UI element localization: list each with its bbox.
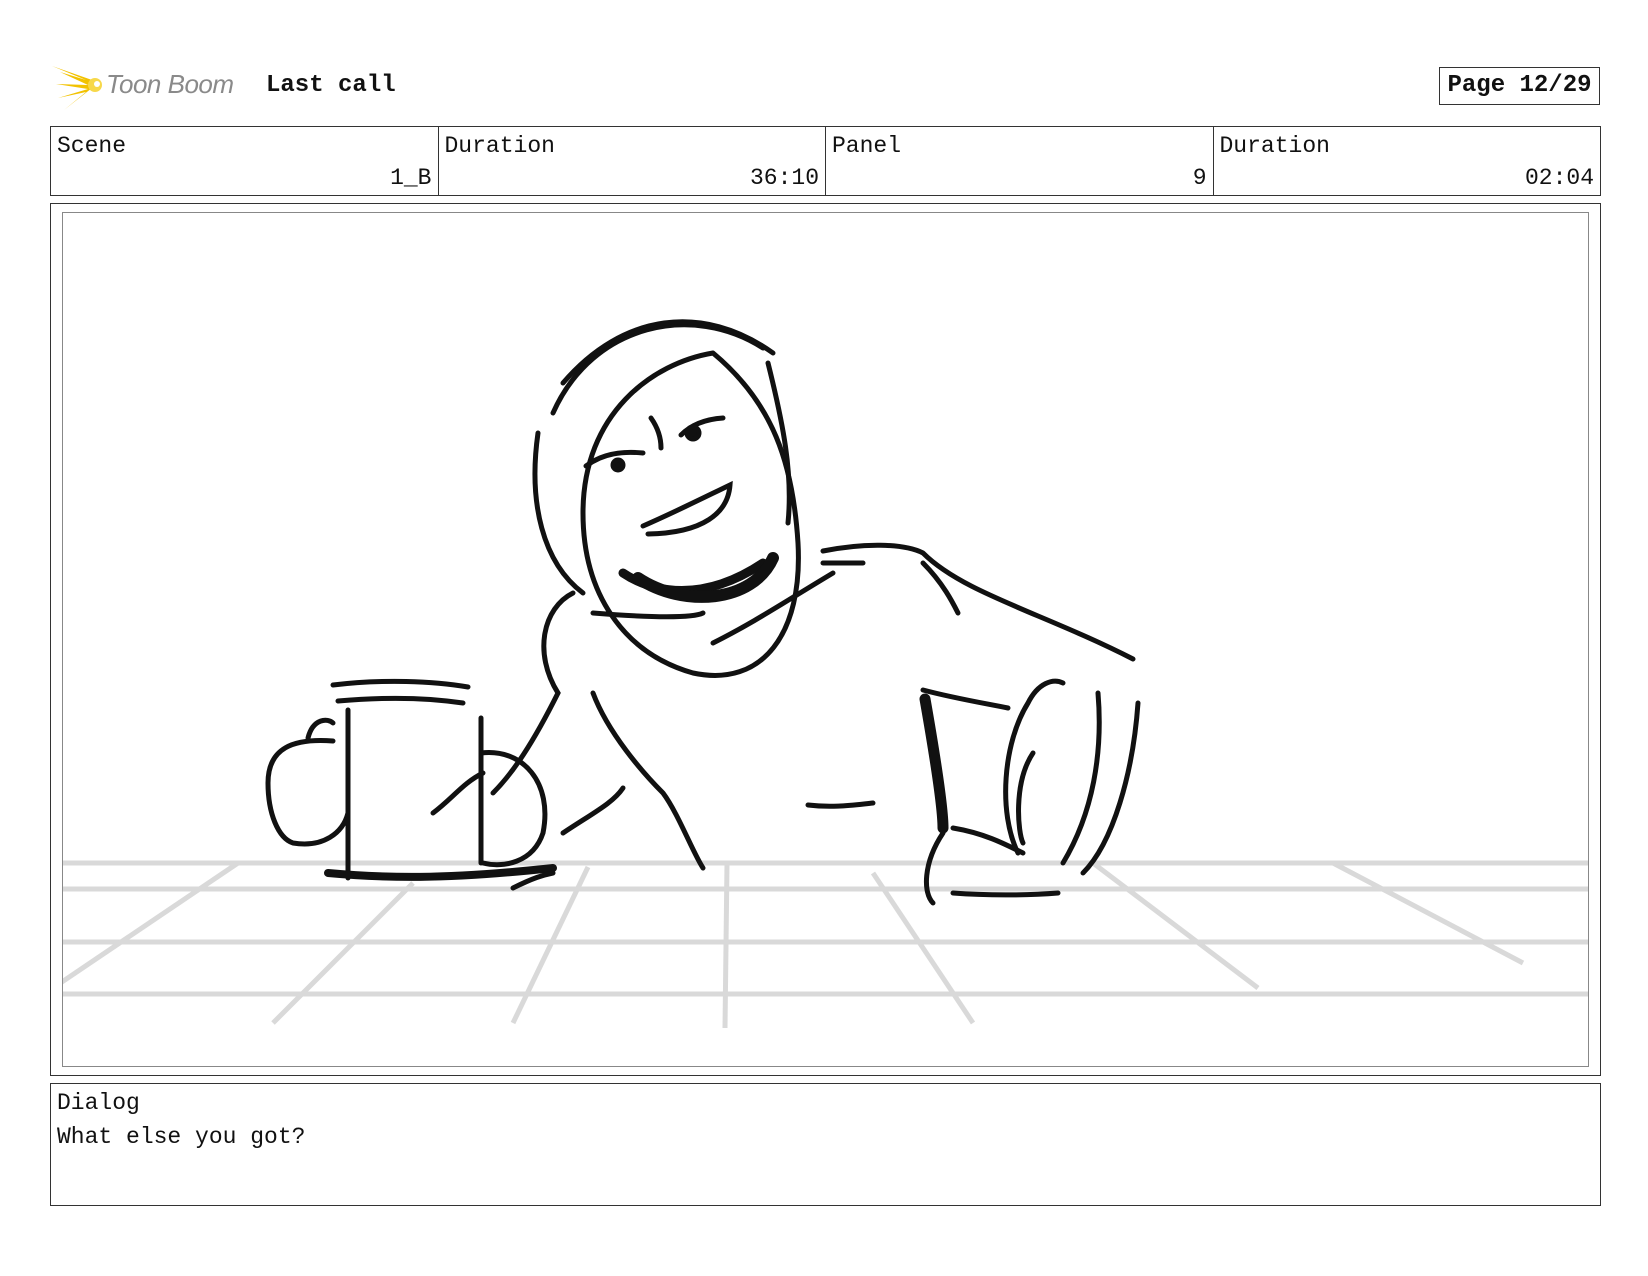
scene-label: Scene	[57, 133, 127, 159]
panel-value: 9	[1192, 165, 1207, 191]
panel-frame	[50, 203, 1601, 1076]
starburst-icon	[52, 66, 102, 110]
panel-cell: Panel 9	[826, 127, 1214, 195]
dialog-label: Dialog	[57, 1090, 140, 1116]
page-number: Page 12/29	[1439, 67, 1600, 105]
scene-duration-value: 36:10	[749, 165, 819, 191]
project-title: Last call	[266, 72, 396, 99]
floor-grid	[63, 860, 1588, 1029]
scene-value: 1_B	[390, 165, 432, 191]
storyboard-sketch-image	[63, 319, 1588, 1029]
scene-info-table: Scene 1_B Duration 36:10 Panel 9 Duratio…	[50, 126, 1601, 196]
dialog-text: What else you got?	[57, 1124, 306, 1150]
scene-duration-label: Duration	[444, 133, 555, 159]
logo-text: Toon Boom	[106, 69, 234, 99]
scene-duration-cell: Duration 36:10	[439, 127, 826, 195]
dialog-box: Dialog What else you got?	[50, 1083, 1601, 1206]
scene-cell: Scene 1_B	[51, 127, 439, 195]
toon-boom-logo: Toon Boom	[52, 58, 252, 114]
panel-duration-label: Duration	[1219, 133, 1330, 159]
panel-label: Panel	[832, 133, 902, 159]
panel-duration-cell: Duration 02:04	[1214, 127, 1601, 195]
panel-duration-value: 02:04	[1524, 165, 1594, 191]
panel-image-area	[62, 212, 1589, 1067]
character-sketch	[265, 319, 1141, 906]
